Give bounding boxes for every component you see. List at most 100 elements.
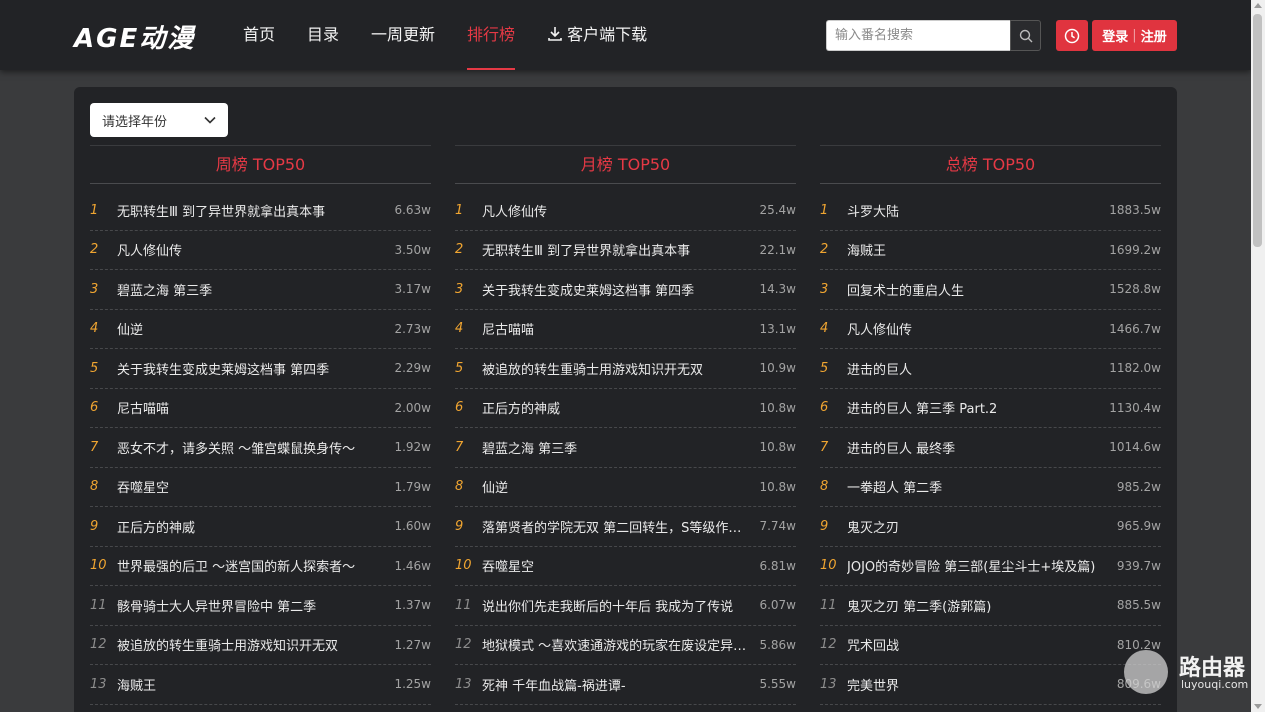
anime-title-link[interactable]: 鬼灭之刃 第二季(游郭篇) bbox=[847, 596, 1117, 615]
ranking-row[interactable]: 3 碧蓝之海 第三季 3.17w bbox=[90, 270, 431, 310]
anime-title-link[interactable]: 正后方的神威 bbox=[482, 398, 759, 417]
ranking-row[interactable]: 6 进击的巨人 第三季 Part.2 1130.4w bbox=[820, 389, 1161, 428]
anime-title-link[interactable]: 回复术士的重启人生 bbox=[847, 280, 1109, 299]
ranking-row[interactable]: 1 斗罗大陆 1883.5w bbox=[820, 191, 1161, 231]
ranking-row[interactable]: 11 鬼灭之刃 第二季(游郭篇) 885.5w bbox=[820, 586, 1161, 626]
ranking-row[interactable]: 12 咒术回战 810.2w bbox=[820, 626, 1161, 665]
anime-title-link[interactable]: 完美世界 bbox=[847, 675, 1117, 694]
anime-title-link[interactable]: 碧蓝之海 第三季 bbox=[117, 280, 394, 299]
ranking-row[interactable]: 7 进击的巨人 最终季 1014.6w bbox=[820, 428, 1161, 468]
anime-title-link[interactable]: 落第贤者的学院无双 第二回转生，S等级作… bbox=[482, 517, 759, 536]
ranking-row[interactable]: 13完美世界809.6w bbox=[820, 665, 1161, 705]
anime-title-link[interactable]: 吞噬星空 bbox=[482, 556, 759, 575]
view-count: 10.8w bbox=[759, 440, 796, 455]
rank-number: 1 bbox=[455, 202, 464, 218]
ranking-row[interactable]: 6 尼古喵喵 2.00w bbox=[90, 389, 431, 428]
anime-title-link[interactable]: 关于我转生变成史莱姆这档事 第四季 bbox=[482, 280, 759, 299]
rank-number: 12 bbox=[90, 637, 107, 653]
ranking-row[interactable]: 8 仙逆 10.8w bbox=[455, 468, 796, 507]
ranking-row[interactable]: 6 正后方的神威 10.8w bbox=[455, 389, 796, 428]
anime-title-link[interactable]: 一拳超人 第二季 bbox=[847, 477, 1117, 496]
ranking-row[interactable]: 13 海贼王 1.25w bbox=[90, 665, 431, 705]
anime-title-link[interactable]: 尼古喵喵 bbox=[482, 319, 759, 338]
anime-title-link[interactable]: 海贼王 bbox=[117, 675, 394, 694]
ranking-row[interactable]: 4 仙逆 2.73w bbox=[90, 310, 431, 349]
page-scrollbar[interactable] bbox=[1251, 0, 1265, 712]
anime-title-link[interactable]: 骸骨骑士大人异世界冒险中 第二季 bbox=[117, 596, 394, 615]
anime-title-link[interactable]: 地狱模式 ～喜欢速通游戏的玩家在废设定异… bbox=[482, 635, 759, 654]
ranking-row[interactable]: 9 鬼灭之刃 965.9w bbox=[820, 507, 1161, 547]
ranking-row[interactable]: 3 回复术士的重启人生 1528.8w bbox=[820, 270, 1161, 310]
ranking-row[interactable]: 12 被追放的转生重骑士用游戏知识开无双 1.27w bbox=[90, 626, 431, 665]
scroll-thumb[interactable] bbox=[1253, 14, 1262, 247]
anime-title-link[interactable]: JOJO的奇妙冒险 第三部(星尘斗士+埃及篇) bbox=[847, 556, 1117, 575]
ranking-row[interactable]: 13 死神 千年血战篇-祸进谭- 5.55w bbox=[455, 665, 796, 705]
ranking-row[interactable]: 7 恶女不才，请多关照 ～雏宫蝶鼠换身传～ 1.92w bbox=[90, 428, 431, 468]
anime-title-link[interactable]: 被追放的转生重骑士用游戏知识开无双 bbox=[117, 635, 394, 654]
ranking-row[interactable]: 4 凡人修仙传 1466.7w bbox=[820, 310, 1161, 349]
ranking-row[interactable]: 3 关于我转生变成史莱姆这档事 第四季 14.3w bbox=[455, 270, 796, 310]
nav-ranking[interactable]: 排行榜 bbox=[467, 0, 516, 70]
anime-title-link[interactable]: 鬼灭之刃 bbox=[847, 517, 1117, 536]
ranking-row[interactable]: 10 世界最强的后卫 ～迷宫国的新人探索者～ 1.46w bbox=[90, 547, 431, 586]
ranking-row[interactable]: 10 吞噬星空 6.81w bbox=[455, 547, 796, 586]
nav-catalog[interactable]: 目录 bbox=[307, 0, 339, 70]
ranking-row[interactable]: 12 地狱模式 ～喜欢速通游戏的玩家在废设定异… 5.86w bbox=[455, 626, 796, 665]
anime-title-link[interactable]: 被追放的转生重骑士用游戏知识开无双 bbox=[482, 359, 759, 378]
anime-title-link[interactable]: 斗罗大陆 bbox=[847, 201, 1109, 220]
anime-title-link[interactable]: 尼古喵喵 bbox=[117, 398, 394, 417]
ranking-row[interactable]: 11 骸骨骑士大人异世界冒险中 第二季 1.37w bbox=[90, 586, 431, 626]
anime-title-link[interactable]: 凡人修仙传 bbox=[847, 319, 1109, 338]
anime-title-link[interactable]: 正后方的神威 bbox=[117, 517, 394, 536]
scroll-up-arrow-icon[interactable] bbox=[1254, 3, 1262, 8]
rank-number: 5 bbox=[455, 360, 464, 376]
ranking-row[interactable]: 1 无职转生Ⅲ 到了异世界就拿出真本事 6.63w bbox=[90, 191, 431, 231]
ranking-row[interactable]: 2 凡人修仙传 3.50w bbox=[90, 231, 431, 270]
anime-title-link[interactable]: 进击的巨人 bbox=[847, 359, 1109, 378]
nav-weekly-update[interactable]: 一周更新 bbox=[371, 0, 435, 70]
history-button[interactable] bbox=[1056, 20, 1088, 51]
ranking-row[interactable]: 9 落第贤者的学院无双 第二回转生，S等级作… 7.74w bbox=[455, 507, 796, 547]
anime-title-link[interactable]: 碧蓝之海 第三季 bbox=[482, 438, 759, 457]
anime-title-link[interactable]: 世界最强的后卫 ～迷宫国的新人探索者～ bbox=[117, 556, 394, 575]
rank-number: 5 bbox=[820, 360, 829, 376]
year-select[interactable]: 请选择年份 bbox=[90, 103, 228, 137]
ranking-row[interactable]: 5 关于我转生变成史莱姆这档事 第四季 2.29w bbox=[90, 349, 431, 389]
ranking-row[interactable]: 2 无职转生Ⅲ 到了异世界就拿出真本事 22.1w bbox=[455, 231, 796, 270]
search-input[interactable] bbox=[826, 20, 1010, 51]
ranking-row[interactable]: 10 JOJO的奇妙冒险 第三部(星尘斗士+埃及篇) 939.7w bbox=[820, 547, 1161, 586]
anime-title-link[interactable]: 恶女不才，请多关照 ～雏宫蝶鼠换身传～ bbox=[117, 438, 394, 457]
nav-client-download[interactable]: 客户端下载 bbox=[547, 0, 647, 70]
ranking-row[interactable]: 8 吞噬星空 1.79w bbox=[90, 468, 431, 507]
scroll-down-arrow-icon[interactable] bbox=[1254, 704, 1262, 709]
ranking-row[interactable]: 2 海贼王 1699.2w bbox=[820, 231, 1161, 270]
nav-home[interactable]: 首页 bbox=[243, 0, 275, 70]
anime-title-link[interactable]: 咒术回战 bbox=[847, 635, 1117, 654]
anime-title-link[interactable]: 海贼王 bbox=[847, 240, 1109, 259]
anime-title-link[interactable]: 仙逆 bbox=[117, 319, 394, 338]
ranking-row[interactable]: 9 正后方的神威 1.60w bbox=[90, 507, 431, 547]
anime-title-link[interactable]: 无职转生Ⅲ 到了异世界就拿出真本事 bbox=[117, 201, 394, 220]
anime-title-link[interactable]: 说出你们先走我断后的十年后 我成为了传说 bbox=[482, 596, 759, 615]
ranking-row[interactable]: 11 说出你们先走我断后的十年后 我成为了传说 6.07w bbox=[455, 586, 796, 626]
ranking-row[interactable]: 8 一拳超人 第二季 985.2w bbox=[820, 468, 1161, 507]
ranking-row[interactable]: 7 碧蓝之海 第三季 10.8w bbox=[455, 428, 796, 468]
anime-title-link[interactable]: 凡人修仙传 bbox=[482, 201, 759, 220]
anime-title-link[interactable]: 仙逆 bbox=[482, 477, 759, 496]
anime-title-link[interactable]: 关于我转生变成史莱姆这档事 第四季 bbox=[117, 359, 394, 378]
register-button[interactable]: 注册 bbox=[1141, 26, 1167, 45]
view-count: 1699.2w bbox=[1109, 242, 1161, 257]
anime-title-link[interactable]: 吞噬星空 bbox=[117, 477, 394, 496]
ranking-row[interactable]: 4 尼古喵喵 13.1w bbox=[455, 310, 796, 349]
ranking-row[interactable]: 1 凡人修仙传 25.4w bbox=[455, 191, 796, 231]
anime-title-link[interactable]: 进击的巨人 最终季 bbox=[847, 438, 1109, 457]
anime-title-link[interactable]: 进击的巨人 第三季 Part.2 bbox=[847, 398, 1109, 417]
anime-title-link[interactable]: 死神 千年血战篇-祸进谭- bbox=[482, 675, 759, 694]
site-logo[interactable]: AGE动漫 bbox=[74, 18, 195, 55]
ranking-row[interactable]: 5 进击的巨人 1182.0w bbox=[820, 349, 1161, 389]
search-button[interactable] bbox=[1010, 20, 1041, 51]
login-button[interactable]: 登录 bbox=[1102, 26, 1128, 45]
anime-title-link[interactable]: 无职转生Ⅲ 到了异世界就拿出真本事 bbox=[482, 240, 759, 259]
anime-title-link[interactable]: 凡人修仙传 bbox=[117, 240, 394, 259]
ranking-row[interactable]: 5 被追放的转生重骑士用游戏知识开无双 10.9w bbox=[455, 349, 796, 389]
